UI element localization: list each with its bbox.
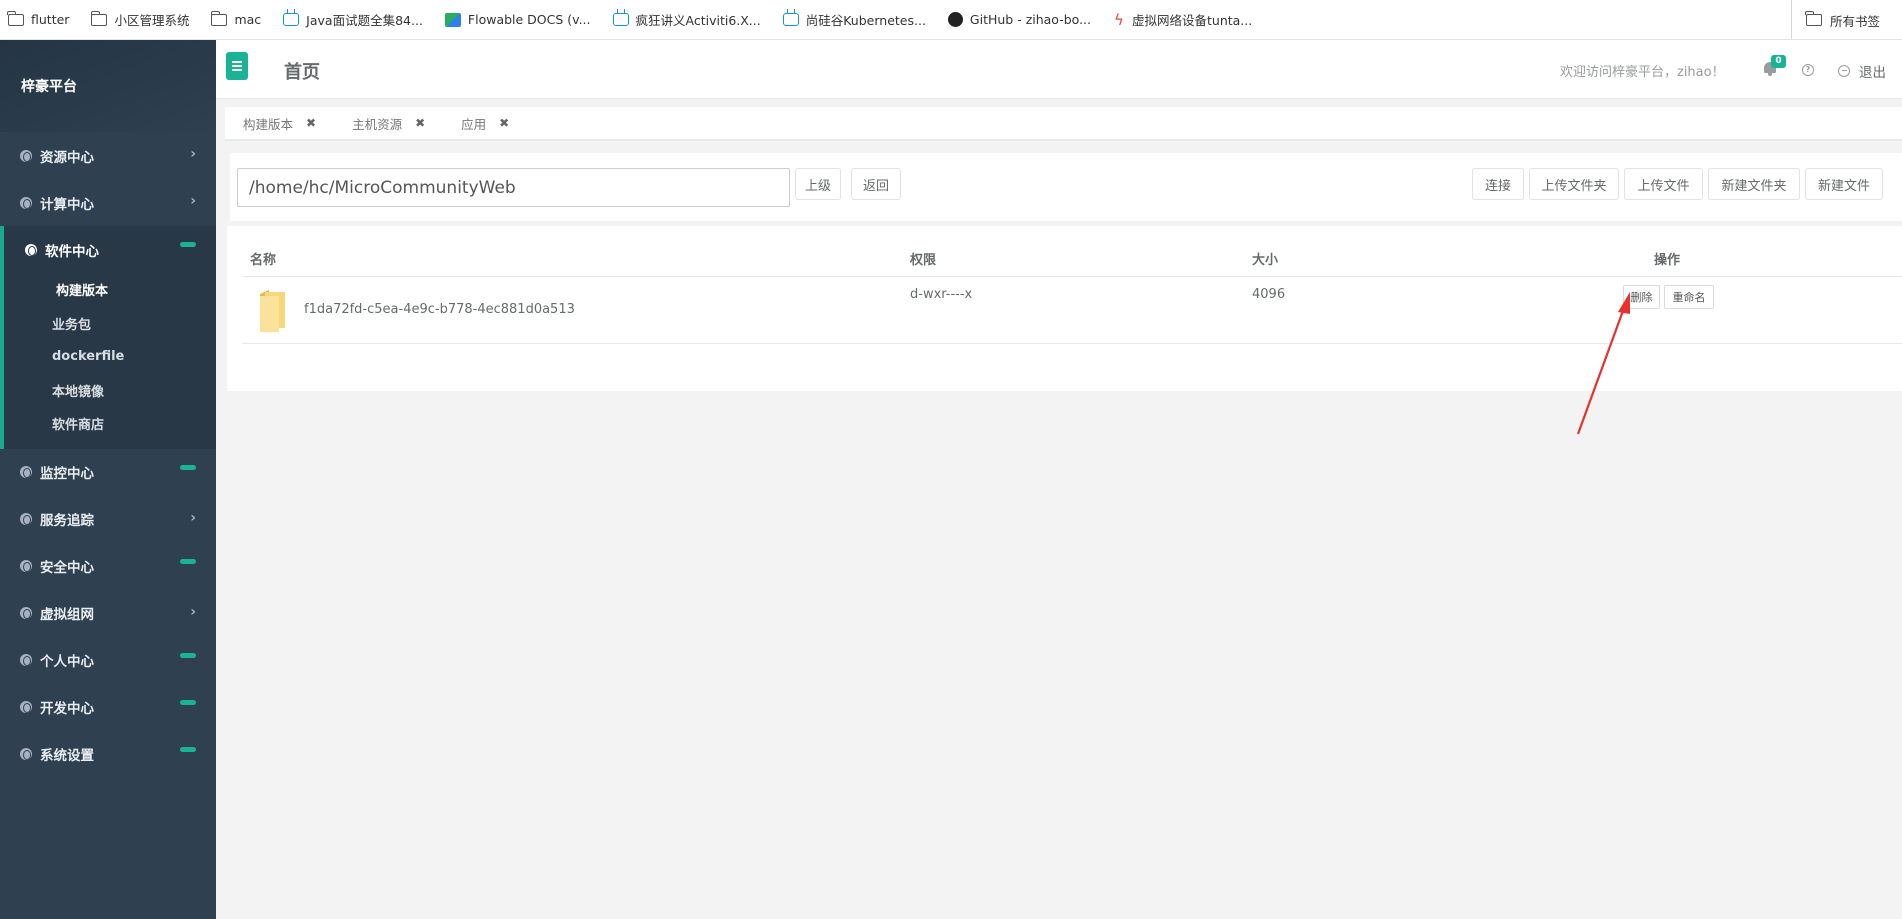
- globe-icon: [20, 196, 32, 209]
- bookmark-tuntap[interactable]: ϟ 虚拟网络设备tunta...: [1113, 10, 1252, 29]
- globe-icon: [20, 654, 32, 666]
- file-table: 名称 权限 大小 操作 f1da72fd-c5ea-4e9c-b778-4ec8…: [227, 226, 1902, 391]
- tab-host-resource[interactable]: 主机资源 ✖: [334, 107, 443, 139]
- column-header-name: 名称: [250, 253, 277, 268]
- sidebar: 梓豪平台 资源中心 › 计算中心 › 软件中心 构建版本 业务包 dockerf…: [0, 40, 216, 919]
- bilibili-icon: [283, 13, 300, 26]
- sidebar-subitem-business-package[interactable]: 业务包: [4, 307, 216, 341]
- bookmark-kubernetes[interactable]: 尚硅谷Kubernetes...: [782, 10, 926, 29]
- bookmark-java[interactable]: Java面试题全集84...: [283, 10, 423, 29]
- hamburger-icon: [232, 61, 242, 63]
- sidebar-item-vnet[interactable]: 虚拟组网 ›: [0, 590, 216, 637]
- github-icon: [947, 12, 963, 27]
- chevron-right-icon: ›: [190, 603, 196, 620]
- help-icon[interactable]: ?: [1802, 64, 1814, 76]
- sidebar-item-resource[interactable]: 资源中心 ›: [0, 132, 216, 179]
- sidebar-subitem-dockerfile[interactable]: dockerfile: [4, 340, 216, 374]
- logout-icon: [1838, 65, 1850, 77]
- column-header-actions: 操作: [1654, 253, 1681, 268]
- new-file-button[interactable]: 新建文件: [1805, 168, 1883, 200]
- page-title: 首页: [284, 62, 320, 83]
- folder-icon: [1805, 11, 1822, 26]
- collapse-indicator: [180, 699, 196, 705]
- path-input[interactable]: [237, 168, 790, 207]
- page-tabs: 构建版本 ✖ 主机资源 ✖ 应用 ✖: [225, 107, 1902, 141]
- globe-icon: [20, 560, 32, 572]
- tab-build-version[interactable]: 构建版本 ✖: [225, 107, 334, 139]
- chevron-right-icon: ›: [190, 193, 196, 209]
- sidebar-item-settings[interactable]: 系统设置: [0, 731, 216, 778]
- globe-icon: [20, 701, 32, 713]
- brand-logo: 梓豪平台: [0, 40, 216, 132]
- bookmark-flutter[interactable]: flutter: [7, 10, 69, 27]
- sidebar-subitem-local-image[interactable]: 本地镜像: [4, 374, 216, 408]
- welcome-text: 欢迎访问梓豪平台，zihao！: [1560, 65, 1725, 80]
- parent-dir-button[interactable]: 上级: [795, 168, 841, 200]
- sidebar-group-software: 软件中心 构建版本 业务包 dockerfile 本地镜像 软件商店: [0, 226, 216, 449]
- bookmark-flowable[interactable]: Flowable DOCS (v...: [444, 12, 591, 27]
- folder-icon: [90, 10, 108, 26]
- notification-badge[interactable]: 0: [1771, 55, 1786, 68]
- bilibili-icon: [782, 13, 799, 26]
- file-toolbar: 上级 返回 连接 上传文件夹 上传文件 新建文件夹 新建文件: [230, 153, 1902, 221]
- globe-icon: [20, 466, 32, 478]
- bookmark-mac[interactable]: mac: [210, 10, 261, 27]
- globe-icon: [20, 513, 32, 525]
- chevron-right-icon: ›: [190, 509, 196, 526]
- menu-toggle-button[interactable]: [226, 52, 248, 80]
- sidebar-item-personal[interactable]: 个人中心: [0, 637, 216, 684]
- bolt-icon: ϟ: [1114, 10, 1124, 29]
- sidebar-item-security[interactable]: 安全中心: [0, 543, 216, 590]
- bookmark-activiti[interactable]: 疯狂讲义Activiti6.X...: [612, 10, 761, 29]
- logout-button[interactable]: 退出: [1838, 61, 1886, 81]
- upload-file-button[interactable]: 上传文件: [1624, 168, 1703, 200]
- folder-icon: [7, 10, 24, 26]
- row-divider: [242, 343, 1902, 344]
- folder-icon: [260, 290, 285, 332]
- tab-application[interactable]: 应用 ✖: [443, 107, 527, 139]
- close-icon[interactable]: ✖: [499, 116, 509, 130]
- sidebar-subitem-software-store[interactable]: 软件商店: [4, 407, 216, 441]
- upload-folder-button[interactable]: 上传文件夹: [1529, 168, 1619, 200]
- sidebar-subitem-build-version[interactable]: 构建版本: [4, 273, 216, 307]
- globe-icon: [20, 607, 32, 619]
- collapse-indicator: [180, 652, 196, 658]
- back-button[interactable]: 返回: [851, 168, 901, 200]
- close-icon[interactable]: ✖: [415, 116, 425, 130]
- chevron-right-icon: ›: [190, 146, 196, 162]
- file-permission: d-wxr----x: [910, 287, 973, 302]
- column-header-permission: 权限: [910, 253, 937, 268]
- bookmark-github[interactable]: GitHub - zihao-bo...: [947, 12, 1091, 27]
- sidebar-item-tracing[interactable]: 服务追踪 ›: [0, 496, 216, 543]
- file-name[interactable]: f1da72fd-c5ea-4e9c-b778-4ec881d0a513: [304, 302, 575, 317]
- collapse-indicator: [180, 746, 196, 752]
- close-icon[interactable]: ✖: [306, 116, 316, 130]
- file-size: 4096: [1252, 287, 1286, 302]
- sidebar-item-software[interactable]: 软件中心: [4, 226, 216, 273]
- new-folder-button[interactable]: 新建文件夹: [1708, 168, 1800, 200]
- collapse-indicator: [180, 242, 196, 247]
- top-header: 首页 欢迎访问梓豪平台，zihao！ 0 ? 退出: [216, 40, 1902, 99]
- globe-icon: [20, 748, 32, 760]
- sidebar-item-dev[interactable]: 开发中心: [0, 684, 216, 731]
- connect-button[interactable]: 连接: [1472, 168, 1524, 200]
- sidebar-item-compute[interactable]: 计算中心 ›: [0, 179, 216, 226]
- delete-button[interactable]: 删除: [1623, 285, 1660, 309]
- bilibili-icon: [612, 13, 629, 26]
- bookmark-community[interactable]: 小区管理系统: [90, 10, 189, 29]
- globe-icon: [25, 243, 37, 256]
- flowable-icon: [444, 12, 461, 27]
- column-header-size: 大小: [1252, 253, 1279, 268]
- folder-icon: [210, 10, 228, 26]
- bookmarks-bar: flutter 小区管理系统 mac Java面试题全集84... Flowab…: [0, 0, 1902, 40]
- collapse-indicator: [180, 464, 196, 470]
- collapse-indicator: [180, 558, 196, 564]
- sidebar-item-monitor[interactable]: 监控中心: [0, 449, 216, 496]
- header-divider: [242, 276, 1902, 277]
- all-bookmarks[interactable]: 所有书签: [1790, 0, 1880, 39]
- rename-button[interactable]: 重命名: [1664, 285, 1714, 309]
- globe-icon: [20, 149, 32, 162]
